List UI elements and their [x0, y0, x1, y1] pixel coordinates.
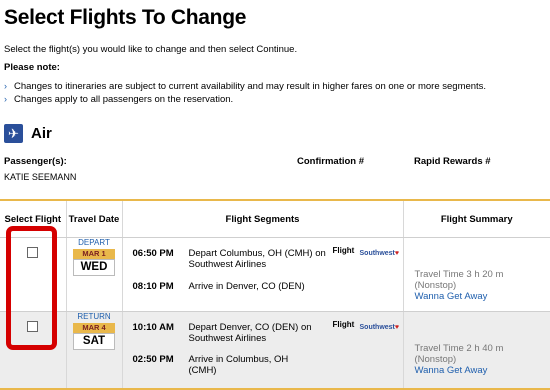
confirmation-label: Confirmation #	[297, 156, 364, 167]
depart-text: Depart Denver, CO (DEN) on Southwest Air…	[189, 322, 319, 344]
header-flight-segments: Flight Segments	[122, 200, 403, 238]
arrive-text: Arrive in Denver, CO (DEN)	[189, 281, 305, 292]
travel-time: Travel Time 2 h 40 m	[415, 343, 550, 354]
header-travel-date: Travel Date	[66, 200, 122, 238]
header-flight-summary: Flight Summary	[403, 200, 550, 238]
chevron-right-icon: ›	[4, 93, 14, 106]
intro-text: Select the flight(s) you would like to c…	[4, 44, 297, 55]
depart-time: 06:50 PM	[133, 248, 174, 259]
air-section-header: ✈ Air	[4, 124, 52, 143]
flight-label: Flight	[333, 320, 355, 329]
travel-month: MAR 4	[73, 323, 115, 333]
table-header-row: Select Flight Travel Date Flight Segment…	[0, 200, 550, 238]
table-row: DEPART MAR 1 WED 06:50 PM Depart Columbu…	[0, 238, 550, 312]
passenger-name: KATIE SEEMANN	[4, 172, 76, 182]
depart-text: Depart Columbus, OH (CMH) on Southwest A…	[189, 248, 329, 270]
travel-day: SAT	[73, 333, 115, 350]
trip-type: RETURN	[67, 312, 122, 321]
southwest-logo-icon: Southwest♥	[360, 250, 400, 257]
table-row: RETURN MAR 4 SAT 10:10 AM Depart Denver,…	[0, 312, 550, 390]
travel-month: MAR 1	[73, 249, 115, 259]
chevron-right-icon: ›	[4, 80, 14, 93]
passenger-label: Passenger(s):	[4, 156, 67, 167]
note-item: ›Changes to itineraries are subject to c…	[4, 80, 486, 93]
trip-type: DEPART	[67, 238, 122, 247]
flight-summary: Travel Time 2 h 40 m (Nonstop) Wanna Get…	[404, 312, 550, 376]
flight-summary: Travel Time 3 h 20 m (Nonstop) Wanna Get…	[404, 238, 550, 302]
note-item: ›Changes apply to all passengers on the …	[4, 93, 486, 106]
fare-link[interactable]: Wanna Get Away	[415, 365, 550, 376]
fare-link[interactable]: Wanna Get Away	[415, 291, 550, 302]
flight-segments-table: Select Flight Travel Date Flight Segment…	[0, 199, 550, 390]
notes-list: ›Changes to itineraries are subject to c…	[4, 80, 486, 106]
flight-label: Flight	[333, 246, 355, 255]
page-title: Select Flights To Change	[4, 6, 246, 30]
airplane-icon: ✈	[4, 124, 23, 143]
air-label: Air	[31, 125, 52, 142]
arrive-time: 08:10 PM	[133, 281, 174, 292]
highlight-box	[6, 226, 57, 350]
arrive-text: Arrive in Columbus, OH (CMH)	[189, 354, 299, 376]
rapid-rewards-label: Rapid Rewards #	[414, 156, 491, 167]
arrive-time: 02:50 PM	[133, 354, 174, 365]
stops: (Nonstop)	[415, 354, 550, 365]
depart-time: 10:10 AM	[133, 322, 174, 333]
travel-time: Travel Time 3 h 20 m	[415, 269, 550, 280]
southwest-logo-icon: Southwest♥	[360, 324, 400, 331]
travel-day: WED	[73, 259, 115, 276]
note-label: Please note:	[4, 62, 60, 73]
stops: (Nonstop)	[415, 280, 550, 291]
